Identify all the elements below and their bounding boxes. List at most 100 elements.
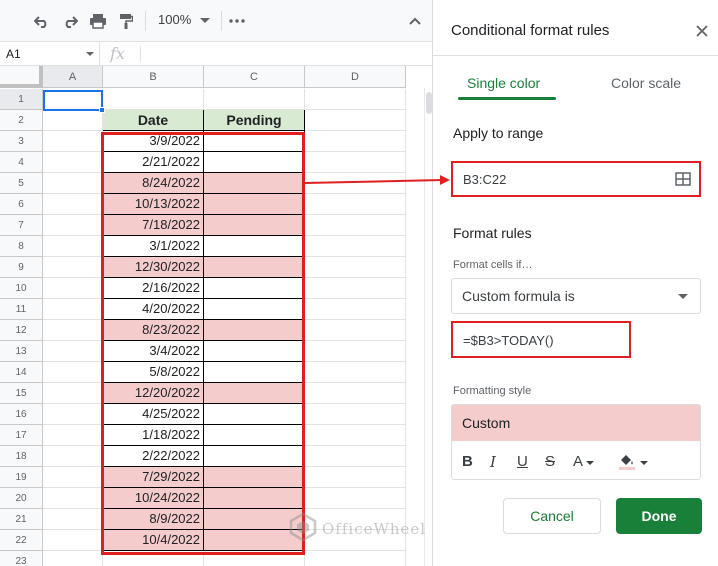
grid-cell[interactable] — [305, 173, 406, 194]
text-color-icon[interactable]: A — [573, 453, 583, 470]
date-cell[interactable]: 8/24/2022 — [103, 173, 204, 194]
pending-cell[interactable] — [204, 278, 305, 299]
date-cell[interactable]: 7/18/2022 — [103, 215, 204, 236]
row-header-14[interactable]: 14 — [0, 362, 43, 383]
date-cell[interactable]: 12/30/2022 — [103, 257, 204, 278]
pending-cell[interactable] — [204, 425, 305, 446]
grid-cell[interactable] — [305, 362, 406, 383]
grid-cell[interactable] — [204, 551, 305, 566]
collapse-icon[interactable] — [406, 10, 424, 32]
custom-formula-input[interactable]: =$B3>TODAY() — [451, 321, 631, 358]
grid-cell[interactable] — [43, 215, 103, 236]
grid-cell[interactable] — [43, 278, 103, 299]
fill-color-caret-icon[interactable] — [640, 461, 648, 465]
grid-cell[interactable] — [43, 488, 103, 509]
grid-cell[interactable] — [103, 551, 204, 566]
row-header-1[interactable]: 1 — [0, 89, 43, 110]
row-header-19[interactable]: 19 — [0, 467, 43, 488]
grid-cell[interactable] — [43, 110, 103, 131]
done-button[interactable]: Done — [616, 498, 702, 534]
grid-cell[interactable] — [43, 152, 103, 173]
grid-cell[interactable] — [43, 194, 103, 215]
date-cell[interactable]: 2/21/2022 — [103, 152, 204, 173]
row-header-13[interactable]: 13 — [0, 341, 43, 362]
row-header-12[interactable]: 12 — [0, 320, 43, 341]
row-header-15[interactable]: 15 — [0, 383, 43, 404]
date-cell[interactable]: 5/8/2022 — [103, 362, 204, 383]
date-cell[interactable]: 3/4/2022 — [103, 341, 204, 362]
redo-icon[interactable] — [60, 10, 80, 32]
italic-icon[interactable]: I — [490, 453, 496, 471]
grid-cell[interactable] — [305, 320, 406, 341]
row-header-17[interactable]: 17 — [0, 425, 43, 446]
row-header-20[interactable]: 20 — [0, 488, 43, 509]
grid-cell[interactable] — [305, 383, 406, 404]
chevron-down-icon[interactable] — [678, 294, 688, 299]
grid-cell[interactable] — [305, 446, 406, 467]
pending-cell[interactable] — [204, 236, 305, 257]
row-header-6[interactable]: 6 — [0, 194, 43, 215]
grid-select-icon[interactable] — [675, 172, 691, 186]
column-header-b[interactable]: B — [103, 66, 204, 88]
range-input[interactable]: B3:C22 — [451, 161, 701, 197]
pending-cell[interactable] — [204, 215, 305, 236]
grid-cell[interactable] — [43, 131, 103, 152]
date-cell[interactable]: 8/9/2022 — [103, 509, 204, 530]
date-cell[interactable]: 7/29/2022 — [103, 467, 204, 488]
grid-cell[interactable] — [43, 320, 103, 341]
undo-icon[interactable] — [32, 10, 52, 32]
grid-cell[interactable] — [43, 404, 103, 425]
name-box-caret-icon[interactable] — [86, 52, 94, 57]
zoom-caret-icon[interactable] — [198, 10, 212, 32]
pending-cell[interactable] — [204, 131, 305, 152]
grid-cell[interactable] — [43, 173, 103, 194]
pending-cell[interactable] — [204, 404, 305, 425]
grid[interactable]: ABCD 1 2 3 4 5 6 7 8 9 10 11 12 13 14 15 16 17 18 19 20 21 22… — [0, 66, 432, 566]
pending-cell[interactable] — [204, 383, 305, 404]
date-cell[interactable]: 10/13/2022 — [103, 194, 204, 215]
header-cell-pending[interactable]: Pending — [204, 110, 305, 131]
grid-cell[interactable] — [305, 215, 406, 236]
pending-cell[interactable] — [204, 530, 305, 551]
bold-icon[interactable]: B — [462, 453, 473, 470]
grid-cell[interactable] — [43, 299, 103, 320]
vertical-scrollbar[interactable] — [424, 88, 432, 566]
date-cell[interactable]: 3/9/2022 — [103, 131, 204, 152]
row-header-3[interactable]: 3 — [0, 131, 43, 152]
column-header-a[interactable]: A — [43, 66, 103, 88]
date-cell[interactable]: 10/24/2022 — [103, 488, 204, 509]
date-cell[interactable]: 10/4/2022 — [103, 530, 204, 551]
grid-cell[interactable] — [305, 257, 406, 278]
row-header-22[interactable]: 22 — [0, 530, 43, 551]
grid-cell[interactable] — [305, 89, 406, 110]
pending-cell[interactable] — [204, 509, 305, 530]
fill-handle[interactable] — [99, 107, 105, 113]
pending-cell[interactable] — [204, 173, 305, 194]
row-header-21[interactable]: 21 — [0, 509, 43, 530]
row-header-18[interactable]: 18 — [0, 446, 43, 467]
style-preview[interactable]: Custom — [452, 405, 700, 441]
grid-cell[interactable] — [43, 362, 103, 383]
grid-cell[interactable] — [43, 383, 103, 404]
grid-cell[interactable] — [43, 236, 103, 257]
text-color-caret-icon[interactable] — [586, 461, 594, 465]
date-cell[interactable]: 8/23/2022 — [103, 320, 204, 341]
pending-cell[interactable] — [204, 467, 305, 488]
cancel-button[interactable]: Cancel — [503, 498, 601, 534]
header-cell-date[interactable]: Date — [103, 110, 204, 131]
grid-cell[interactable] — [43, 509, 103, 530]
pending-cell[interactable] — [204, 446, 305, 467]
row-header-9[interactable]: 9 — [0, 257, 43, 278]
row-header-23[interactable]: 23 — [0, 551, 43, 566]
pending-cell[interactable] — [204, 299, 305, 320]
print-icon[interactable] — [88, 10, 108, 32]
date-cell[interactable]: 2/22/2022 — [103, 446, 204, 467]
underline-icon[interactable]: U — [517, 453, 528, 470]
date-cell[interactable]: 4/25/2022 — [103, 404, 204, 425]
grid-cell[interactable] — [43, 341, 103, 362]
pending-cell[interactable] — [204, 152, 305, 173]
grid-cell[interactable] — [43, 446, 103, 467]
grid-cell[interactable] — [43, 425, 103, 446]
pending-cell[interactable] — [204, 362, 305, 383]
row-header-10[interactable]: 10 — [0, 278, 43, 299]
